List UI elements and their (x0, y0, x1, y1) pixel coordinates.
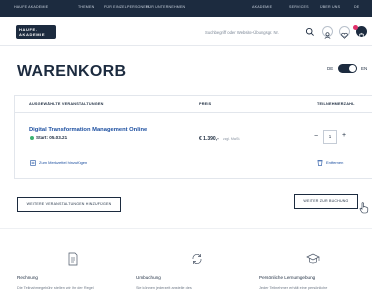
cart-table: AUSGEWÄHLTE VERANSTALTUNGEN PREIS TEILNE… (14, 95, 372, 179)
top-nav-bar: HAUFE AKADEMIE THEMEN FÜR EINZELPERSONEN… (0, 0, 372, 17)
quantity-increase-button[interactable]: + (342, 132, 346, 139)
info-text-rebooking: Sie können jederzeit anstelle des (136, 286, 192, 290)
remove-item-link[interactable]: Entfernen (326, 160, 343, 165)
event-title-link[interactable]: Digital Transformation Management Online (29, 127, 147, 133)
event-price: € 1.390,- (199, 136, 219, 142)
lang-de-label: DE (327, 66, 334, 71)
user-icon (324, 32, 331, 39)
column-header-events: AUSGEWÄHLTE VERANSTALTUNGEN (29, 102, 104, 106)
info-text-learning: Jeder Teilnehmer erhält eine persönliche (259, 286, 328, 290)
continue-to-booking-button[interactable]: WEITER ZUR BUCHUNG (294, 194, 358, 209)
column-header-price: PREIS (199, 102, 212, 106)
quantity-input[interactable]: 1 (323, 130, 337, 144)
logo-line-1: HAUFE. (19, 27, 38, 32)
account-button[interactable] (322, 26, 333, 39)
add-to-memo-link[interactable]: Zum Merkzettel hinzufügen (39, 160, 87, 165)
logo-line-2: AKADEMIE (19, 32, 46, 37)
page-title: WARENKORB (17, 63, 127, 80)
top-nav-unternehmen[interactable]: FÜR UNTERNEHMEN (146, 5, 185, 9)
rebooking-icon (192, 254, 202, 264)
top-nav-services[interactable]: SERVICES (289, 5, 309, 9)
info-text-invoice: Die Teilnahmegebühr stellen wir Ihr der … (17, 286, 94, 290)
top-nav-themen[interactable]: THEMEN (78, 5, 94, 9)
quantity-decrease-button[interactable]: − (314, 133, 318, 140)
info-title-invoice: Rechnung (17, 275, 38, 280)
cart-icon (359, 32, 364, 39)
section-divider (0, 228, 372, 229)
top-nav-einzelpersonen[interactable]: FÜR EINZELPERSONEN (104, 5, 149, 9)
cart-count-badge (353, 25, 358, 30)
haufe-logo[interactable]: HAUFE. AKADEMIE (16, 25, 56, 39)
cart-page: HAUFE AKADEMIE THEMEN FÜR EINZELPERSONEN… (0, 0, 372, 292)
price-tax-note: zzgl. MwSt. (223, 137, 241, 141)
header-divider (15, 112, 372, 113)
invoice-icon (68, 252, 78, 266)
add-more-events-button[interactable]: WEITERE VERANSTALTUNGEN HINZUFÜGEN (17, 197, 121, 212)
top-nav-language[interactable]: DE (354, 5, 359, 9)
lang-en-label: EN (361, 66, 368, 71)
search-icon[interactable] (305, 27, 315, 37)
graduation-cap-icon (306, 253, 320, 264)
event-start-date: Start: 05.03.21 (36, 135, 68, 140)
search-input[interactable]: Suchbegriff oder Website-Übungsgr. Nr. (205, 30, 279, 35)
top-nav-akademie[interactable]: AKADEMIE (252, 5, 272, 9)
top-nav-home[interactable]: HAUFE AKADEMIE (14, 5, 48, 9)
heart-icon (341, 32, 348, 39)
info-title-learning: Persönliche Lernumgebung (259, 275, 316, 280)
info-title-rebooking: Umbuchung (136, 275, 161, 280)
language-toggle[interactable] (338, 64, 357, 73)
top-nav-ueber-uns[interactable]: ÜBER UNS (320, 5, 340, 9)
site-header: HAUFE. AKADEMIE Suchbegriff oder Website… (0, 17, 372, 46)
hand-cursor-icon (359, 202, 369, 214)
status-dot (30, 136, 34, 140)
trash-icon[interactable] (317, 159, 323, 166)
wishlist-button[interactable] (339, 26, 350, 39)
column-header-participants: TEILNEHMERZAHL (317, 102, 355, 106)
bookmark-icon (30, 160, 36, 166)
